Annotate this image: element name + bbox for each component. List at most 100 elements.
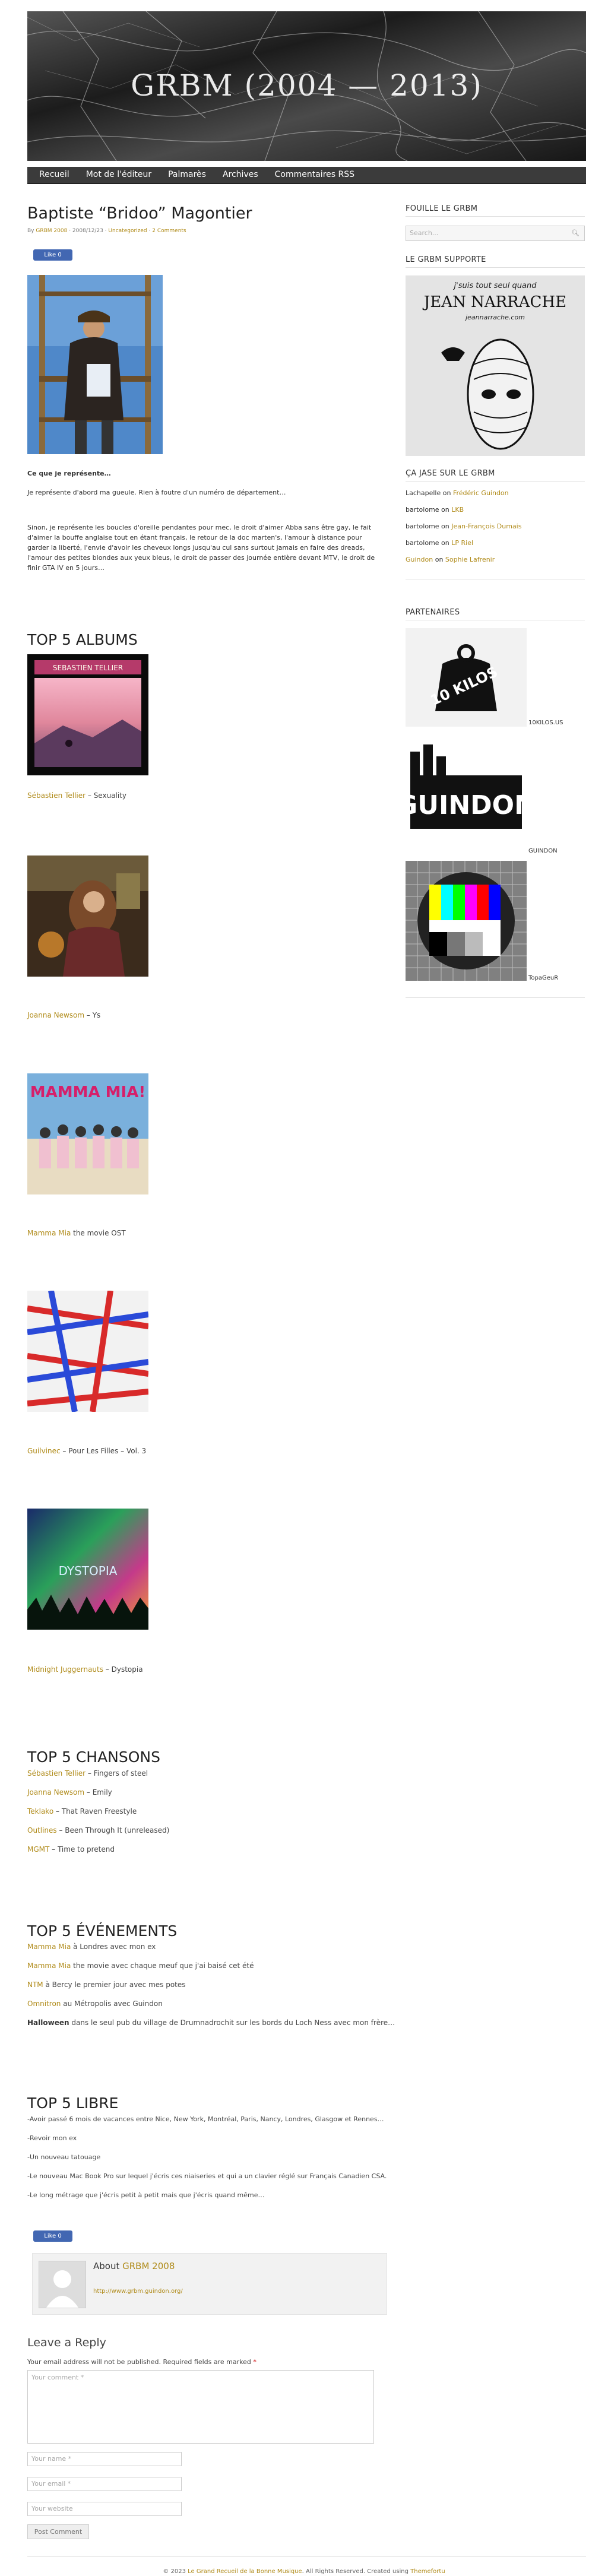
page: GRBM (2004 — 2013) Recueil Mot de l'édit… [0,0,608,2576]
album-cover-2 [27,856,148,977]
rc-post-link-3[interactable]: Jean-François Dumais [451,522,521,530]
search-placeholder: Search... [410,229,439,237]
event-item-5: Halloween dans le seul pub du village de… [27,2019,395,2027]
album-caption-1: Sébastien Tellier – Sexuality [27,791,126,800]
recent-comment-4: bartolome on LP Riel [406,539,473,547]
nav-recueil[interactable]: Recueil [31,167,78,183]
album-title-1: – Sexuality [86,791,127,800]
meta-author-link[interactable]: GRBM 2008 [36,228,67,234]
album-artist-4[interactable]: Guilvinec [27,1447,61,1455]
about-name-link[interactable]: GRBM 2008 [122,2261,175,2271]
album-title-5: – Dystopia [103,1665,143,1674]
reply-heading: Leave a Reply [27,2336,106,2349]
song-item-1: Sébastien Tellier – Fingers of steel [27,1769,148,1777]
event-link-2[interactable]: Mamma Mia [27,1962,71,1970]
post-meta: By GRBM 2008 · 2008/12/23 · Uncategorize… [27,228,186,234]
recent-comment-2: bartolome on LKB [406,506,464,514]
album-caption-5: Midnight Juggernauts – Dystopia [27,1665,143,1674]
rc-on-1: on [441,489,453,497]
main-nav: Recueil Mot de l'éditeur Palmarès Archiv… [27,167,586,184]
fb-like-button[interactable]: Like 0 [33,249,72,261]
rc-post-link-4[interactable]: LP Riel [451,539,473,547]
sidebar-search-heading: FOUILLE LE GRBM [406,204,478,213]
song-artist-3[interactable]: Teklako [27,1807,53,1815]
libre-item-5: -Le long métrage que j'écris petit à pet… [27,2191,265,2199]
footer: © 2023 Le Grand Recueil de la Bonne Musi… [0,2568,608,2575]
album-artist-5[interactable]: Midnight Juggernauts [27,1665,103,1674]
album-cover-4 [27,1291,148,1412]
site-title[interactable]: GRBM (2004 — 2013) [27,68,586,103]
rc-post-link-5[interactable]: Sophie Lafrenir [445,556,495,563]
song-artist-5[interactable]: MGMT [27,1845,49,1853]
event-item-3: NTM à Bercy le premier jour avec mes pot… [27,1981,186,1989]
meta-comments-link[interactable]: 2 Comments [152,228,186,234]
partner-logo-10kilos[interactable]: 10 KILOS [406,628,527,727]
jean-narrache-poster[interactable]: j'suis tout seul quand JEAN NARRACHE jea… [406,275,585,456]
event-text-4: au Métropolis avec Guindon [61,2000,163,2008]
song-item-3: Teklako – That Raven Freestyle [27,1807,137,1815]
svg-text:DYSTOPIA: DYSTOPIA [59,1564,118,1578]
about-label: About [93,2261,120,2271]
song-artist-4[interactable]: Outlines [27,1826,57,1834]
nav-rss[interactable]: Commentaires RSS [267,167,363,183]
footer-theme-link[interactable]: Themefortu [410,2568,445,2575]
event-link-4[interactable]: Omnitron [27,2000,61,2008]
nav-archives[interactable]: Archives [214,167,267,183]
comment-textarea[interactable]: Your comment * [27,2370,374,2444]
album-artist-3[interactable]: Mamma Mia [27,1229,71,1237]
nav-mot-editeur[interactable]: Mot de l'éditeur [78,167,160,183]
partner-link-guindon[interactable]: GUINDON [528,848,558,854]
post-title: Baptiste “Bridoo” Magontier [27,204,252,223]
reply-note: Your email address will not be published… [27,2358,256,2366]
events-heading: TOP 5 ÉVÉNEMENTS [27,1922,178,1940]
partner-logo-topageur[interactable] [406,861,527,981]
song-artist-2[interactable]: Joanna Newsom [27,1788,84,1796]
rc-author-2: bartolome [406,506,439,514]
name-input[interactable]: Your name * [27,2452,182,2466]
event-text-3: à Bercy le premier jour avec mes potes [43,1981,186,1989]
email-input[interactable]: Your email * [27,2477,182,2491]
meta-by: By [27,228,34,234]
libre-item-2: -Revoir mon ex [27,2134,77,2142]
song-item-4: Outlines – Been Through It (unreleased) [27,1826,169,1834]
rc-post-link-2[interactable]: LKB [451,506,464,514]
album-artist-1[interactable]: Sébastien Tellier [27,791,86,800]
fb-like-button-bottom[interactable]: Like 0 [33,2230,72,2242]
sidebar-divider [406,216,585,217]
nav-palmares[interactable]: Palmarès [160,167,214,183]
song-title-3: – That Raven Freestyle [53,1807,137,1815]
album-title-2: – Ys [84,1011,101,1019]
album-cover-1: SEBASTIEN TELLIER [27,654,148,775]
album-caption-3: Mamma Mia the movie OST [27,1229,126,1237]
event-text-2: the movie avec chaque meuf que j'ai bais… [71,1962,254,1970]
partner-link-topageur[interactable]: TopaGeuR [528,975,558,981]
sidebar-partners-heading: PARTENAIRES [406,608,460,617]
album-artist-2[interactable]: Joanna Newsom [27,1011,84,1019]
rc-author-5[interactable]: Guindon [406,556,433,563]
meta-date: · 2008/12/23 · [69,228,107,234]
post-comment-button[interactable]: Post Comment [27,2524,89,2539]
partner-logo-guindon[interactable]: GUINDON [396,740,536,847]
svg-text:MAMMA MIA!: MAMMA MIA! [30,1083,145,1101]
footer-site-link[interactable]: Le Grand Recueil de la Bonne Musique [188,2568,302,2575]
song-artist-1[interactable]: Sébastien Tellier [27,1769,86,1777]
event-text-1: à Londres avec mon ex [71,1943,156,1951]
rc-post-link-1[interactable]: Frédéric Guindon [453,489,509,497]
event-bold-5: Halloween [27,2019,69,2027]
required-star: * [253,2358,256,2366]
post-photo [27,275,163,454]
meta-category-link[interactable]: Uncategorized [108,228,147,234]
header-banner[interactable]: GRBM (2004 — 2013) [27,11,586,161]
event-item-4: Omnitron au Métropolis avec Guindon [27,2000,163,2008]
search-icon[interactable]: 🔍︎ [571,226,580,240]
sidebar-search-input[interactable]: Search... 🔍︎ [406,226,585,241]
partner-logo-text-2: GUINDON [406,790,527,820]
song-title-2: – Emily [84,1788,112,1796]
website-input[interactable]: Your website [27,2502,182,2516]
event-link-3[interactable]: NTM [27,1981,43,1989]
partner-link-10kilos[interactable]: 10KILOS.US [528,720,563,726]
footer-copy: © 2023 [163,2568,186,2575]
about-url-link[interactable]: http://www.grbm.guindon.org/ [93,2288,183,2295]
event-link-1[interactable]: Mamma Mia [27,1943,71,1951]
rc-on-4: on [439,539,452,547]
